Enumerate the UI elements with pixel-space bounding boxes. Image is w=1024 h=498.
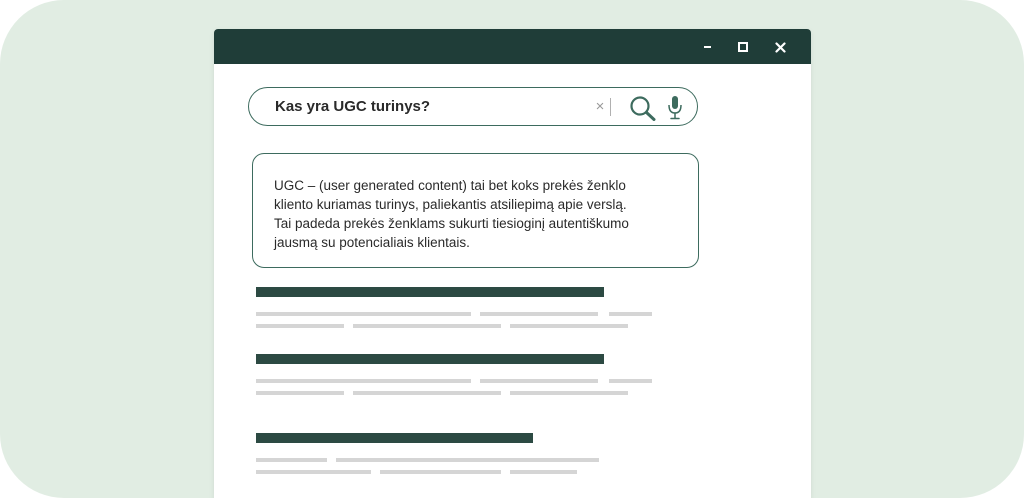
result-text-placeholder	[256, 470, 371, 474]
result-text-placeholder	[353, 391, 501, 395]
answer-line: Tai padeda prekės ženklams sukurti tiesi…	[274, 216, 629, 231]
search-bar[interactable]: Kas yra UGC turinys? ×	[248, 87, 698, 126]
search-icon[interactable]	[629, 95, 657, 121]
close-icon[interactable]	[771, 38, 789, 56]
result-text-placeholder	[510, 391, 628, 395]
result-text-placeholder	[480, 312, 598, 316]
answer-line: jausmą su potencialiais klientais.	[274, 235, 470, 250]
browser-window: Kas yra UGC turinys? × UGC – (user gener…	[214, 29, 811, 498]
result-text-placeholder	[256, 458, 327, 462]
answer-text: UGC – (user generated content) tai bet k…	[274, 176, 684, 252]
result-title-placeholder[interactable]	[256, 433, 533, 443]
result-text-placeholder	[609, 379, 652, 383]
search-divider	[610, 98, 611, 116]
search-query-text[interactable]: Kas yra UGC turinys?	[275, 88, 430, 127]
result-text-placeholder	[480, 379, 598, 383]
result-text-placeholder	[256, 379, 471, 383]
window-titlebar	[214, 29, 811, 64]
microphone-icon[interactable]	[666, 95, 684, 120]
result-text-placeholder	[609, 312, 652, 316]
result-text-placeholder	[256, 324, 344, 328]
result-text-placeholder	[256, 391, 344, 395]
answer-line: UGC – (user generated content) tai bet k…	[274, 178, 626, 193]
answer-line: kliento kuriamas turinys, paliekantis at…	[274, 197, 627, 212]
result-title-placeholder[interactable]	[256, 287, 604, 297]
result-text-placeholder	[256, 312, 471, 316]
result-text-placeholder	[510, 470, 577, 474]
result-text-placeholder	[510, 324, 628, 328]
answer-box: UGC – (user generated content) tai bet k…	[252, 153, 699, 268]
result-title-placeholder[interactable]	[256, 354, 604, 364]
result-text-placeholder	[380, 470, 501, 474]
result-text-placeholder	[336, 458, 599, 462]
minimize-icon[interactable]	[698, 38, 716, 56]
result-text-placeholder	[353, 324, 501, 328]
maximize-icon[interactable]	[734, 38, 752, 56]
clear-icon[interactable]: ×	[591, 98, 609, 116]
